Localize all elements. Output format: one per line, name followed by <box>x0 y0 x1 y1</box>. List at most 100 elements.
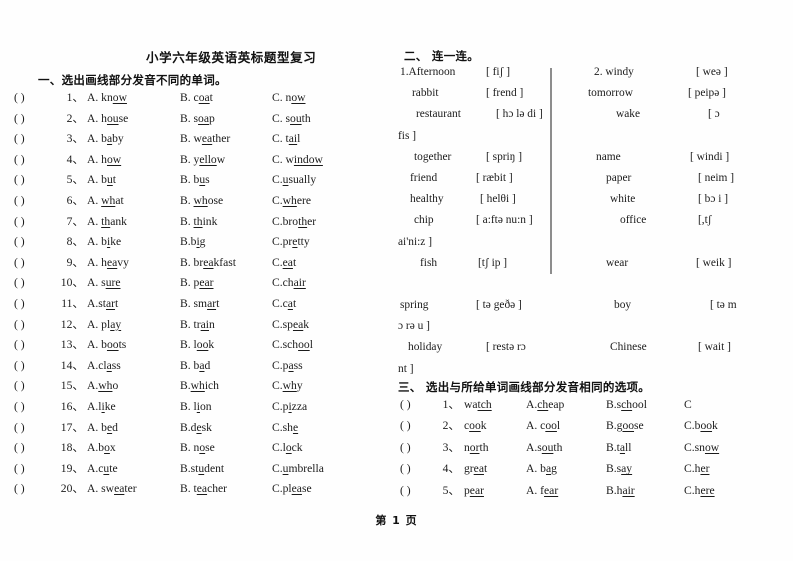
option-a[interactable]: A.south <box>526 441 606 454</box>
option-b[interactable]: B.say <box>606 462 684 475</box>
table-row[interactable]: ( ) 16、 A.like B. lion C.pizza <box>14 398 382 419</box>
match-word-right[interactable]: wake <box>616 108 640 120</box>
option-a[interactable]: A. but <box>87 173 180 186</box>
table-row[interactable]: ( ) 3、 north A.south B.tall C.snow <box>400 439 793 460</box>
table-row[interactable]: ( ) 9、 A. heavy B. breakfast C.eat <box>14 254 382 275</box>
match-word-left[interactable]: fis ] <box>398 130 416 142</box>
match-word-left[interactable]: chip <box>414 214 434 226</box>
option-b[interactable]: B.student <box>180 462 272 475</box>
option-c[interactable]: C.here <box>684 484 764 497</box>
option-b[interactable]: B. bad <box>180 359 272 372</box>
table-row[interactable]: ( ) 14、 A.class B. bad C.pass <box>14 357 382 378</box>
option-a[interactable]: A.class <box>87 359 180 372</box>
match-phonetic-left[interactable]: [ a:ftə nu:n ] <box>476 214 533 226</box>
option-b[interactable]: B. bus <box>180 173 272 186</box>
option-c[interactable]: C.umbrella <box>272 462 372 475</box>
option-a[interactable]: A. how <box>87 153 180 166</box>
answer-blank-parentheses[interactable]: ( ) <box>14 256 58 269</box>
match-phonetic-right[interactable]: [ tə m <box>710 299 737 311</box>
option-a[interactable]: A. house <box>87 112 180 125</box>
option-b[interactable]: B. whose <box>180 194 272 207</box>
match-word-right[interactable]: paper <box>606 172 631 184</box>
table-row[interactable]: ( ) 1、 A. know B. coat C. now <box>14 89 382 110</box>
option-c[interactable]: C.where <box>272 194 372 207</box>
table-row[interactable]: ( ) 3、 A. baby B. weather C. tail <box>14 130 382 151</box>
option-c[interactable]: C.usually <box>272 173 372 186</box>
match-phonetic-right[interactable]: [ weə ] <box>696 66 728 78</box>
option-a[interactable]: A. sure <box>87 276 180 289</box>
match-word-left[interactable]: ɔ rə u ] <box>398 320 430 332</box>
option-b[interactable]: B. think <box>180 215 272 228</box>
table-row[interactable]: ( ) 20、 A. sweater B. teacher C.please <box>14 480 382 501</box>
option-c[interactable]: C.pizza <box>272 400 372 413</box>
table-row[interactable]: ( ) 19、 A.cute B.student C.umbrella <box>14 460 382 481</box>
option-c[interactable]: C.brother <box>272 215 372 228</box>
answer-blank-parentheses[interactable]: ( ) <box>14 297 58 310</box>
option-b[interactable]: B. weather <box>180 132 272 145</box>
answer-blank-parentheses[interactable]: ( ) <box>14 276 58 289</box>
option-a[interactable]: A. play <box>87 318 180 331</box>
match-word-left[interactable]: nt ] <box>398 363 414 375</box>
option-b[interactable]: B. yellow <box>180 153 272 166</box>
table-row[interactable]: ( ) 1、 watch A.cheap B.school C <box>400 396 793 417</box>
match-word-left[interactable]: fish <box>420 257 437 269</box>
match-phonetic-left[interactable]: [ helθi ] <box>480 193 516 205</box>
table-row[interactable]: ( ) 13、 A. boots B. look C.school <box>14 336 382 357</box>
table-row[interactable]: ( ) 8、 A. bike B.big C.pretty <box>14 233 382 254</box>
match-word-right[interactable]: white <box>610 193 635 205</box>
option-c[interactable]: C <box>684 398 764 411</box>
answer-blank-parentheses[interactable]: ( ) <box>14 359 58 372</box>
match-phonetic-left[interactable]: [ hɔ lə di ] <box>496 108 543 120</box>
table-row[interactable]: ( ) 5、 pear A. fear B.hair C.here <box>400 482 793 503</box>
answer-blank-parentheses[interactable]: ( ) <box>14 462 58 475</box>
match-phonetic-right[interactable]: [ bɔ i ] <box>698 193 728 205</box>
match-phonetic-left[interactable]: [ fiʃ ] <box>486 66 510 78</box>
option-a[interactable]: A.cheap <box>526 398 606 411</box>
option-c[interactable]: C. window <box>272 153 372 166</box>
table-row[interactable]: ( ) 5、 A. but B. bus C.usually <box>14 171 382 192</box>
answer-blank-parentheses[interactable]: ( ) <box>14 153 58 166</box>
option-c[interactable]: C.she <box>272 421 372 434</box>
answer-blank-parentheses[interactable]: ( ) <box>14 173 58 186</box>
match-phonetic-left[interactable]: [ ræbit ] <box>476 172 513 184</box>
option-a[interactable]: A.cute <box>87 462 180 475</box>
table-row[interactable]: ( ) 11、 A.start B. smart C.cat <box>14 295 382 316</box>
answer-blank-parentheses[interactable]: ( ) <box>400 398 440 411</box>
option-a[interactable]: A. boots <box>87 338 180 351</box>
option-a[interactable]: A. thank <box>87 215 180 228</box>
match-phonetic-left[interactable]: [ frend ] <box>486 87 523 99</box>
option-b[interactable]: B.hair <box>606 484 684 497</box>
option-b[interactable]: B.desk <box>180 421 272 434</box>
answer-blank-parentheses[interactable]: ( ) <box>14 132 58 145</box>
option-b[interactable]: B. look <box>180 338 272 351</box>
match-word-right[interactable]: Chinese <box>610 341 647 353</box>
option-c[interactable]: C.her <box>684 462 764 475</box>
option-c[interactable]: C. now <box>272 91 372 104</box>
answer-blank-parentheses[interactable]: ( ) <box>400 462 440 475</box>
answer-blank-parentheses[interactable]: ( ) <box>400 484 440 497</box>
table-row[interactable]: ( ) 17、 A. bed B.desk C.she <box>14 419 382 440</box>
option-c[interactable]: C.pass <box>272 359 372 372</box>
table-row[interactable]: ( ) 4、 A. how B. yellow C. window <box>14 151 382 172</box>
match-phonetic-right[interactable]: [ windi ] <box>690 151 729 163</box>
option-a[interactable]: A. bag <box>526 462 606 475</box>
option-b[interactable]: B. breakfast <box>180 256 272 269</box>
match-phonetic-left[interactable]: [ spriŋ ] <box>486 151 522 163</box>
option-c[interactable]: C.chair <box>272 276 372 289</box>
answer-blank-parentheses[interactable]: ( ) <box>14 194 58 207</box>
option-c[interactable]: C. south <box>272 112 372 125</box>
match-phonetic-right[interactable]: [ wait ] <box>698 341 731 353</box>
option-a[interactable]: A. what <box>87 194 180 207</box>
option-b[interactable]: B. lion <box>180 400 272 413</box>
answer-blank-parentheses[interactable]: ( ) <box>400 441 440 454</box>
option-c[interactable]: C.speak <box>272 318 372 331</box>
match-word-right[interactable]: wear <box>606 257 628 269</box>
table-row[interactable]: ( ) 2、 A. house B. soap C. south <box>14 110 382 131</box>
option-a[interactable]: A. know <box>87 91 180 104</box>
match-word-left[interactable]: holiday <box>408 341 442 353</box>
match-word-left[interactable]: friend <box>410 172 437 184</box>
answer-blank-parentheses[interactable]: ( ) <box>400 419 440 432</box>
table-row[interactable]: ( ) 2、 cook A. cool B.goose C.book <box>400 417 793 438</box>
answer-blank-parentheses[interactable]: ( ) <box>14 235 58 248</box>
match-word-left[interactable]: 1.Afternoon <box>400 66 455 78</box>
